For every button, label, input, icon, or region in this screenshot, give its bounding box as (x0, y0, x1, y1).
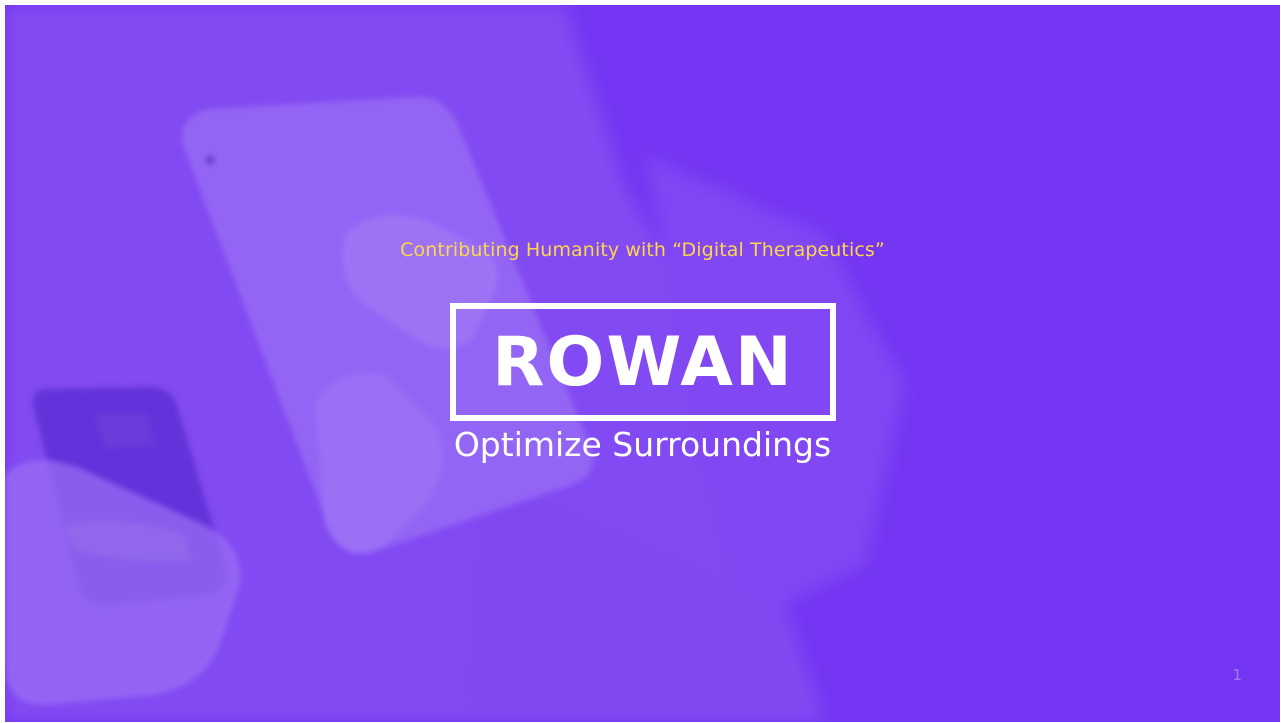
page-number: 1 (1232, 666, 1242, 684)
subtitle: Optimize Surroundings (453, 425, 832, 464)
slide: Contributing Humanity with “Digital Ther… (5, 5, 1280, 722)
logo: ROWAN (450, 303, 836, 421)
tagline: Contributing Humanity with “Digital Ther… (400, 239, 885, 261)
logo-wordmark: ROWAN (492, 322, 794, 402)
